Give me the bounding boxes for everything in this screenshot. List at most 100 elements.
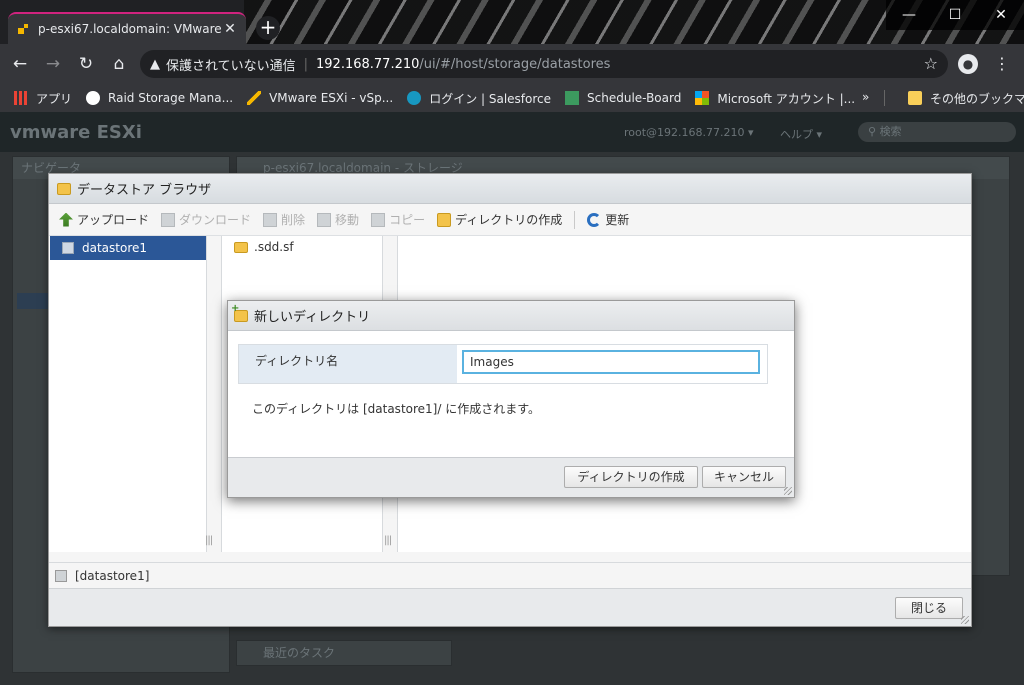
bookmark-schedule-board[interactable]: Schedule-Board (565, 91, 681, 105)
datastore-browser-toolbar: アップロード ダウンロード 削除 移動 コピー ディレクトリの作成 更新 (49, 204, 971, 236)
create-directory-confirm-button[interactable]: ディレクトリの作成 (564, 466, 698, 488)
dialog-title: データストア ブラウザ (77, 183, 212, 198)
new-directory-footer: ディレクトリの作成 キャンセル (228, 457, 794, 497)
column-resize-handle[interactable]: ||| (205, 535, 213, 546)
cancel-button[interactable]: キャンセル (702, 466, 786, 488)
bookmark-raid-storage[interactable]: Raid Storage Mana... (86, 91, 233, 105)
directory-name-input[interactable]: Images (462, 350, 760, 374)
new-directory-titlebar: 新しいディレクトリ (228, 301, 794, 331)
recent-tasks-tab: 最近のタスク (236, 640, 452, 666)
delete-icon (263, 212, 278, 227)
move-button[interactable]: 移動 (317, 211, 359, 228)
url-path[interactable]: /ui/#/host/storage/datastores (419, 57, 610, 72)
dialog-title: 新しいディレクトリ (254, 310, 371, 325)
bookmark-label: その他のブックマーク (930, 91, 1024, 106)
tab-close-icon[interactable]: ✕ (222, 21, 238, 37)
profile-avatar-icon[interactable]: ● (958, 54, 978, 74)
folder-icon (908, 91, 922, 105)
directory-location-message: このディレクトリは [datastore1]/ に作成されます。 (252, 402, 541, 416)
datastore-icon (62, 242, 74, 254)
datastore-icon (55, 569, 67, 582)
warning-triangle-icon[interactable]: ▲ (150, 57, 160, 72)
browser-menu-icon[interactable]: ⋮ (994, 54, 1010, 74)
datastore-list-column: datastore1 ||| (49, 236, 213, 552)
vmware-logo: vmware ESXi (10, 122, 142, 143)
vmware-favicon-icon (16, 22, 30, 36)
bookmark-label: Schedule-Board (587, 91, 682, 105)
toolbar-label: 更新 (605, 213, 630, 227)
search-input: ⚲ 検索 (858, 122, 1016, 142)
window-close-button[interactable]: ✕ (978, 0, 1024, 30)
datastore-browser-icon (57, 182, 71, 195)
download-button[interactable]: ダウンロード (161, 211, 251, 228)
directory-name-form: ディレクトリ名 Images (238, 344, 768, 384)
tab-title: p-esxi67.localdomain: VMware ESXi (38, 22, 222, 36)
bookmark-label: Raid Storage Mana... (108, 91, 234, 105)
raid-icon (86, 91, 101, 105)
bookmark-apps[interactable]: アプリ (14, 90, 72, 107)
bookmarks-bar: アプリ Raid Storage Mana... VMware ESXi - v… (0, 84, 1024, 112)
bookmark-microsoft[interactable]: Microsoft アカウント |... (695, 90, 855, 107)
refresh-button[interactable]: 更新 (587, 211, 629, 228)
security-status[interactable]: 保護されていない通信 (166, 55, 296, 74)
copy-icon (371, 212, 386, 227)
esxi-header: vmware ESXi root@192.168.77.210 ▾ ヘルプ ▾ … (0, 112, 1024, 152)
move-icon (317, 212, 332, 227)
bookmarks-overflow-button[interactable]: » (862, 90, 869, 104)
search-icon: ⚲ (868, 125, 880, 138)
datastore-browser-footer: 閉じる (49, 588, 971, 626)
close-button[interactable]: 閉じる (895, 597, 963, 619)
apps-grid-icon (14, 91, 28, 105)
bookmark-label: VMware ESXi - vSp... (269, 91, 394, 105)
download-icon (161, 212, 176, 227)
toolbar-label: アップロード (77, 213, 150, 227)
upload-button[interactable]: アップロード (59, 211, 149, 228)
copy-button[interactable]: コピー (371, 211, 425, 228)
create-directory-button[interactable]: ディレクトリの作成 (437, 211, 562, 228)
salesforce-icon (407, 91, 422, 105)
bookmark-label: アプリ (36, 91, 73, 106)
new-folder-icon (437, 212, 452, 227)
toolbar-label: 削除 (281, 213, 306, 227)
address-divider: | (303, 56, 309, 72)
delete-button[interactable]: 削除 (263, 211, 305, 228)
forward-arrow-icon[interactable]: → (40, 51, 66, 77)
toolbar-label: ディレクトリの作成 (455, 213, 563, 227)
current-path: [datastore1] (75, 568, 150, 583)
toolbar-label: 移動 (335, 213, 360, 227)
schedule-icon (565, 91, 580, 105)
vmware-icon (247, 91, 262, 105)
browser-toolbar: ← → ↻ ⌂ ▲ 保護されていない通信 | 192.168.77.210 /u… (0, 44, 1024, 84)
folder-name: .sdd.sf (254, 240, 294, 254)
address-bar[interactable]: ▲ 保護されていない通信 | 192.168.77.210 /ui/#/host… (140, 50, 948, 78)
back-arrow-icon[interactable]: ← (7, 51, 33, 77)
new-tab-button[interactable]: + (256, 16, 280, 40)
bookmark-label: ログイン | Salesforce (429, 91, 552, 106)
bookmark-label: Microsoft アカウント |... (717, 91, 856, 106)
browser-titlebar: p-esxi67.localdomain: VMware ESXi ✕ + — … (0, 0, 1024, 44)
column-resize-handle[interactable]: ||| (384, 535, 392, 546)
bookmark-salesforce[interactable]: ログイン | Salesforce (407, 90, 551, 107)
datastore-item-datastore1[interactable]: datastore1 (50, 236, 206, 260)
datastore-name: datastore1 (82, 241, 148, 255)
refresh-icon (587, 212, 602, 227)
folder-item-sdd-sf[interactable]: .sdd.sf (234, 240, 294, 254)
datastore-browser-titlebar: データストア ブラウザ (49, 174, 971, 204)
directory-name-label: ディレクトリ名 (239, 345, 457, 383)
reload-icon[interactable]: ↻ (73, 51, 99, 77)
window-maximize-button[interactable]: ☐ (932, 0, 978, 30)
bookmark-star-icon[interactable]: ☆ (924, 54, 938, 73)
bookmark-vmware-esxi[interactable]: VMware ESXi - vSp... (247, 91, 393, 105)
resize-grip-icon[interactable] (784, 487, 792, 495)
toolbar-label: ダウンロード (179, 213, 252, 227)
bookmark-other-folder[interactable]: その他のブックマーク (908, 84, 1024, 112)
resize-grip-icon[interactable] (961, 616, 969, 624)
home-icon[interactable]: ⌂ (106, 51, 132, 77)
toolbar-divider (574, 210, 576, 229)
browser-tab-active[interactable]: p-esxi67.localdomain: VMware ESXi ✕ (8, 12, 246, 44)
window-minimize-button[interactable]: — (886, 0, 932, 30)
help-menu: ヘルプ ▾ (780, 128, 823, 141)
bookmarks-divider (884, 90, 885, 106)
url-host[interactable]: 192.168.77.210 (316, 57, 419, 72)
upload-arrow-icon (59, 212, 73, 227)
